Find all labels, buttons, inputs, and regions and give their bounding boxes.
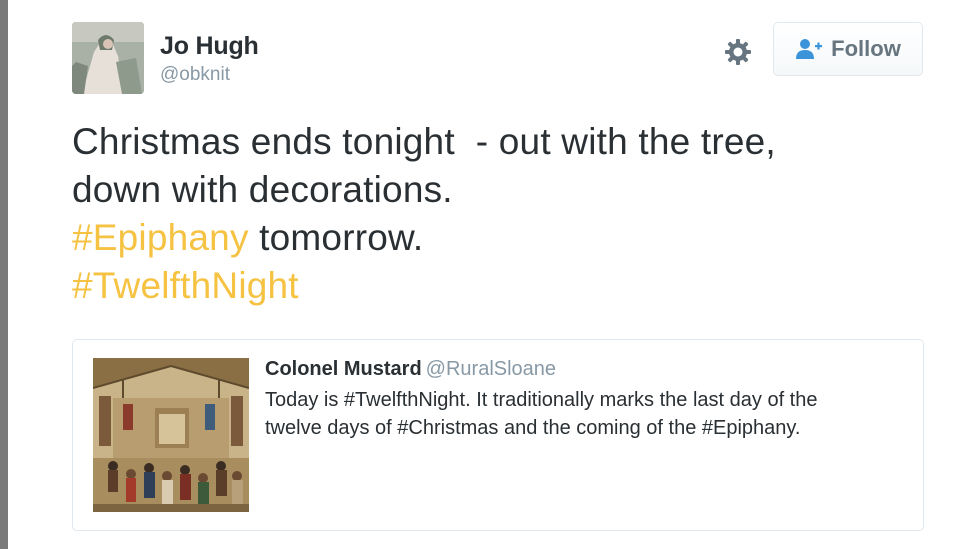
quoted-author-name[interactable]: Colonel Mustard [265, 358, 422, 380]
quoted-tweet-author[interactable]: Colonel Mustard @RuralSloane [265, 358, 556, 381]
hashtag-link[interactable]: #TwelfthNight [72, 265, 299, 306]
follow-button[interactable]: Follow [773, 22, 923, 76]
user-name[interactable]: Jo Hugh [160, 32, 259, 61]
quoted-tweet-text-line: twelve days of #Christmas and the coming… [265, 417, 801, 439]
hashtag-link[interactable]: #Epiphany [72, 217, 249, 258]
window-edge [0, 0, 8, 549]
tweet-text: Christmas ends tonight - out with the tr… [72, 118, 892, 310]
tweet-text-line: #Epiphany tomorrow. [72, 214, 892, 262]
gear-icon[interactable] [722, 36, 754, 68]
tweet-text-fragment: tomorrow. [248, 217, 424, 258]
tweet-text-line: Christmas ends tonight - out with the tr… [72, 121, 776, 162]
tweet-text-line: down with decorations. [72, 169, 453, 210]
quoted-author-handle[interactable]: @RuralSloane [426, 358, 556, 380]
quoted-tweet-text: Today is #TwelfthNight. It traditionally… [265, 386, 905, 442]
quoted-tweet-card[interactable]: Colonel Mustard @RuralSloane Today is #Tw… [72, 339, 924, 531]
avatar[interactable] [72, 22, 144, 94]
add-user-icon [795, 38, 823, 60]
quoted-tweet-image[interactable] [93, 358, 249, 512]
follow-label: Follow [831, 36, 901, 61]
quoted-tweet-text-line: Today is #TwelfthNight. It traditionally… [265, 389, 818, 411]
user-handle[interactable]: @obknit [160, 64, 230, 86]
tweet-text-line: #TwelfthNight [72, 262, 892, 310]
